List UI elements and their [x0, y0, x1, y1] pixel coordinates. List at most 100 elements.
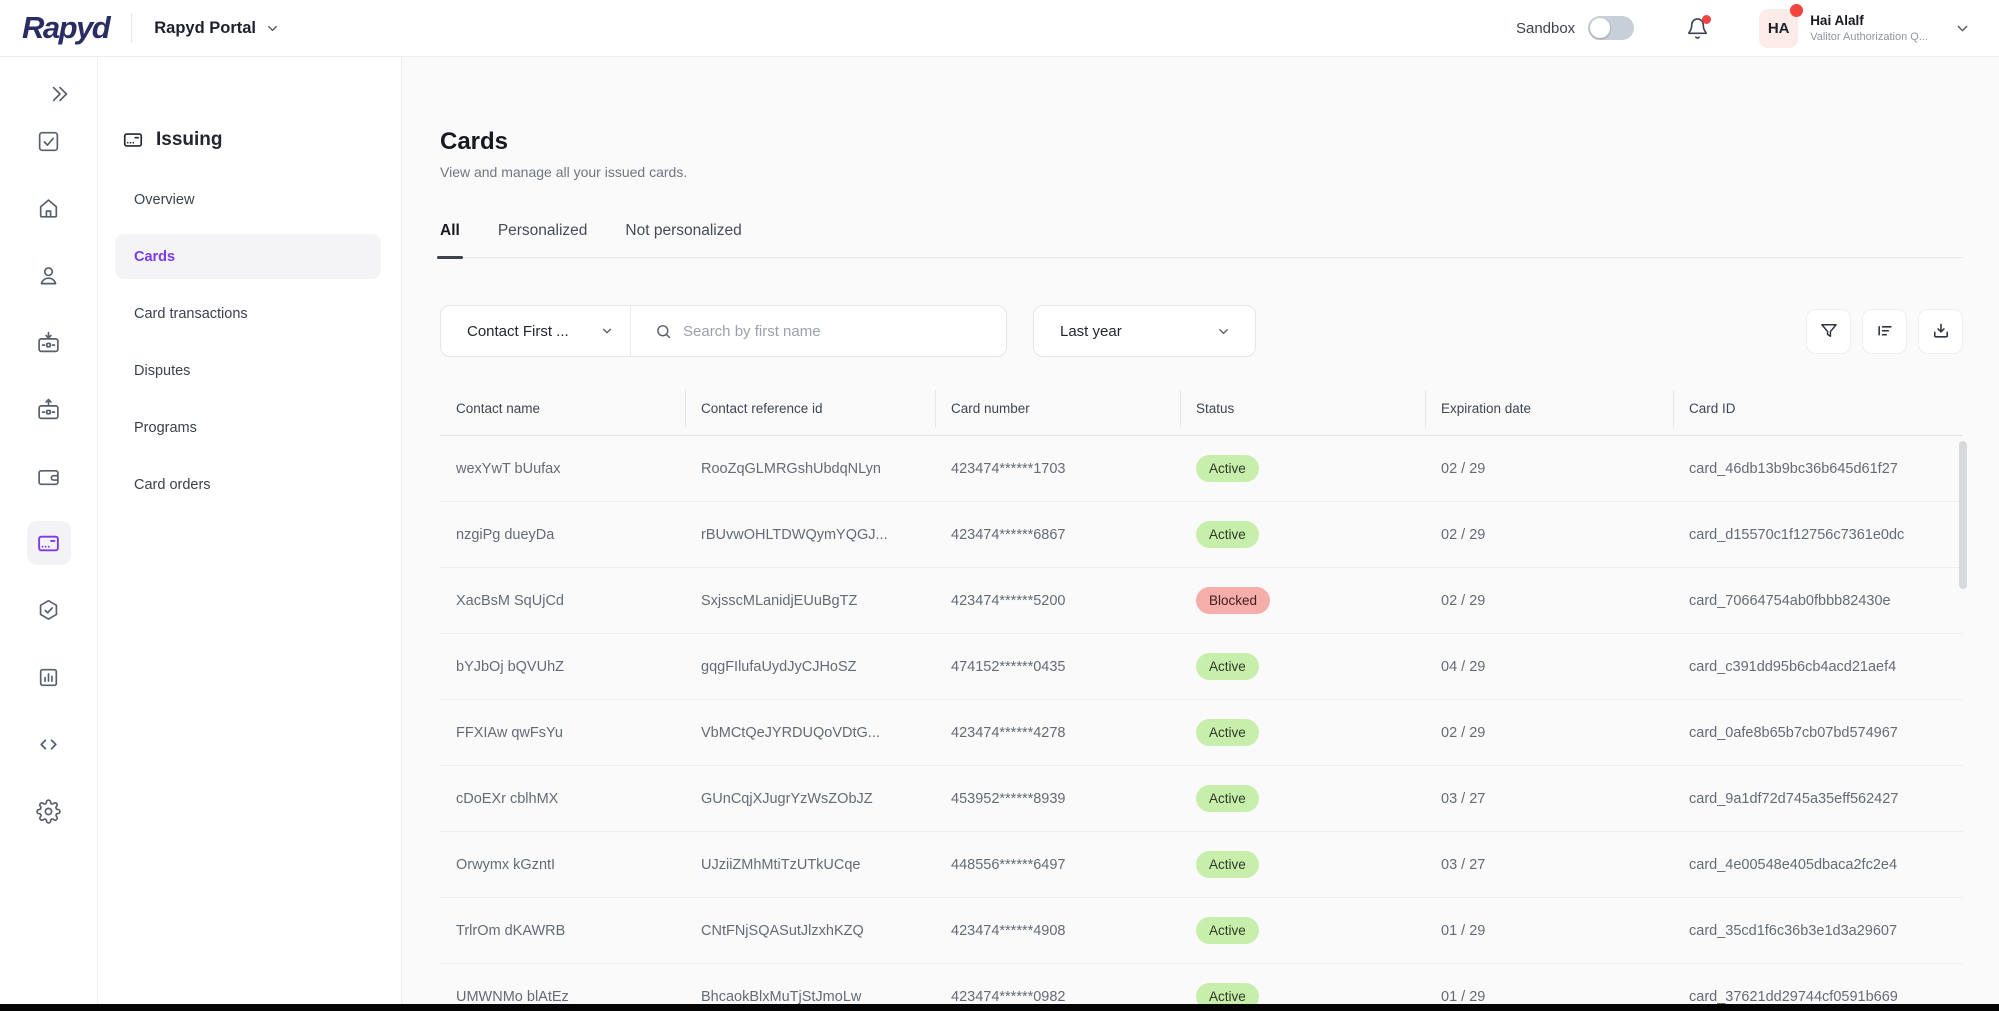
contacts-icon — [36, 263, 61, 288]
cell-expiration-date: 02 / 29 — [1425, 527, 1673, 543]
download-icon — [1931, 321, 1951, 341]
sidebar-item-card-transactions[interactable]: Card transactions — [115, 291, 381, 336]
search-input[interactable] — [683, 323, 1006, 340]
cell-contact-name: nzgiPg dueyDa — [440, 527, 685, 543]
sidebar-item-card-orders[interactable]: Card orders — [115, 462, 381, 507]
notifications-button[interactable] — [1686, 17, 1709, 40]
sort-icon — [1875, 321, 1895, 341]
rail-item-verify[interactable] — [27, 588, 71, 632]
cell-card-id: card_c391dd95b6cb4acd21aef4 — [1673, 659, 1963, 675]
table-row[interactable]: cDoEXr cblhMX GUnCqjXJugrYzWsZObJZ 45395… — [440, 766, 1963, 832]
table-row[interactable]: bYJbOj bQVUhZ gqgFIlufaUydJyCJHoSZ 47415… — [440, 634, 1963, 700]
column-header-contact-name[interactable]: Contact name — [440, 401, 685, 416]
rail-item-tasks[interactable] — [27, 119, 71, 163]
notification-dot — [1702, 15, 1711, 24]
avatar-notification-dot — [1790, 4, 1803, 17]
download-button[interactable] — [1918, 309, 1963, 354]
portal-selector[interactable]: Rapyd Portal — [154, 19, 280, 38]
tab-personalized[interactable]: Personalized — [498, 222, 588, 257]
status-badge: Active — [1196, 917, 1259, 944]
rail-item-wallet[interactable] — [27, 454, 71, 498]
search-field-value: Contact First ... — [467, 323, 569, 340]
table-row[interactable]: wexYwT bUufax RooZqGLMRGshUbdqNLyn 42347… — [440, 436, 1963, 502]
table-row[interactable]: FFXIAw qwFsYu VbMCtQeJYRDUQoVDtG... 4234… — [440, 700, 1963, 766]
card-payout-icon — [36, 397, 61, 422]
cell-status: Active — [1180, 719, 1425, 746]
rail-item-collect[interactable] — [27, 320, 71, 364]
cell-contact-reference-id: SxjsscMLanidjEUuBgTZ — [685, 593, 935, 609]
cell-contact-name: bYJbOj bQVUhZ — [440, 659, 685, 675]
rail-item-settings[interactable] — [27, 789, 71, 833]
sidebar-item-label: Overview — [134, 192, 194, 208]
avatar-initials: HA — [1768, 20, 1790, 37]
sidebar-item-programs[interactable]: Programs — [115, 405, 381, 450]
table-row[interactable]: nzgiPg dueyDa rBUvwOHLTDWQymYQGJ... 4234… — [440, 502, 1963, 568]
column-header-status[interactable]: Status — [1180, 401, 1425, 416]
status-badge: Active — [1196, 653, 1259, 680]
user-org: Valitor Authorization Q... — [1810, 30, 1928, 44]
search-field-selector[interactable]: Contact First ... — [441, 306, 631, 356]
cell-contact-reference-id: GUnCqjXJugrYzWsZObJZ — [685, 791, 935, 807]
cell-contact-name: TrlrOm dKAWRB — [440, 923, 685, 939]
table-header: Contact name Contact reference id Card n… — [440, 382, 1963, 436]
sidebar-item-cards[interactable]: Cards — [115, 234, 381, 279]
column-header-card-id[interactable]: Card ID — [1673, 401, 1963, 416]
search-box — [631, 306, 1006, 356]
wallet-icon — [36, 464, 61, 489]
issuing-card-icon — [122, 129, 144, 151]
collapse-sidebar-icon[interactable] — [49, 83, 71, 109]
status-badge: Active — [1196, 521, 1259, 548]
cell-status: Blocked — [1180, 587, 1425, 614]
user-menu-chevron-down-icon[interactable] — [1954, 20, 1971, 37]
table-row[interactable]: XacBsM SqUjCd SxjsscMLanidjEUuBgTZ 42347… — [440, 568, 1963, 634]
sandbox-label: Sandbox — [1516, 20, 1575, 37]
avatar[interactable]: HA — [1759, 9, 1798, 48]
cell-contact-reference-id: UJziiZMhMtiTzUTkUCqe — [685, 857, 935, 873]
sidebar-item-label: Cards — [134, 249, 175, 265]
status-badge: Blocked — [1196, 587, 1270, 614]
cell-expiration-date: 01 / 29 — [1425, 989, 1673, 1005]
cell-expiration-date: 04 / 29 — [1425, 659, 1673, 675]
cell-contact-name: cDoEXr cblhMX — [440, 791, 685, 807]
cell-card-number: 423474******4908 — [935, 923, 1180, 939]
sidebar-item-overview[interactable]: Overview — [115, 177, 381, 222]
sort-button[interactable] — [1862, 309, 1907, 354]
verify-shield-icon — [36, 598, 61, 623]
table-scrollbar[interactable] — [1959, 441, 1967, 589]
column-header-card-number[interactable]: Card number — [935, 401, 1180, 416]
cell-card-id: card_46db13b9bc36b645d61f27 — [1673, 461, 1963, 477]
sidebar-item-label: Disputes — [134, 363, 190, 379]
cell-card-number: 423474******0982 — [935, 989, 1180, 1005]
filter-button[interactable] — [1806, 309, 1851, 354]
rail-item-disburse[interactable] — [27, 387, 71, 431]
rail-item-developers[interactable] — [27, 722, 71, 766]
issuing-sidebar: Issuing Overview Cards Card transactions… — [98, 57, 402, 1011]
column-header-contact-reference-id[interactable]: Contact reference id — [685, 401, 935, 416]
search-group: Contact First ... — [440, 305, 1007, 357]
sidebar-item-disputes[interactable]: Disputes — [115, 348, 381, 393]
cell-card-number: 423474******5200 — [935, 593, 1180, 609]
cell-expiration-date: 02 / 29 — [1425, 725, 1673, 741]
cell-card-id: card_0afe8b65b7cb07bd574967 — [1673, 725, 1963, 741]
table-row[interactable]: TrlrOm dKAWRB CNtFNjSQASutJlzxhKZQ 42347… — [440, 898, 1963, 964]
cell-contact-reference-id: BhcaokBlxMuTjStJmoLw — [685, 989, 935, 1005]
column-header-expiration-date[interactable]: Expiration date — [1425, 401, 1673, 416]
table-row[interactable]: Orwymx kGzntI UJziiZMhMtiTzUTkUCqe 44855… — [440, 832, 1963, 898]
rail-item-reports[interactable] — [27, 655, 71, 699]
rail-item-home[interactable] — [27, 186, 71, 230]
tab-all[interactable]: All — [440, 222, 460, 257]
date-range-value: Last year — [1060, 323, 1122, 340]
rail-item-issuing[interactable] — [27, 521, 71, 565]
cell-contact-name: wexYwT bUufax — [440, 461, 685, 477]
cell-expiration-date: 01 / 29 — [1425, 923, 1673, 939]
rail-item-contacts[interactable] — [27, 253, 71, 297]
date-range-selector[interactable]: Last year — [1033, 305, 1256, 357]
tab-not-personalized[interactable]: Not personalized — [625, 222, 741, 257]
cards-table: Contact name Contact reference id Card n… — [440, 382, 1963, 1011]
cell-contact-name: Orwymx kGzntI — [440, 857, 685, 873]
sandbox-toggle[interactable] — [1588, 16, 1634, 40]
cell-card-number: 453952******8939 — [935, 791, 1180, 807]
developers-code-icon — [36, 732, 61, 757]
cell-status: Active — [1180, 851, 1425, 878]
cell-contact-reference-id: VbMCtQeJYRDUQoVDtG... — [685, 725, 935, 741]
